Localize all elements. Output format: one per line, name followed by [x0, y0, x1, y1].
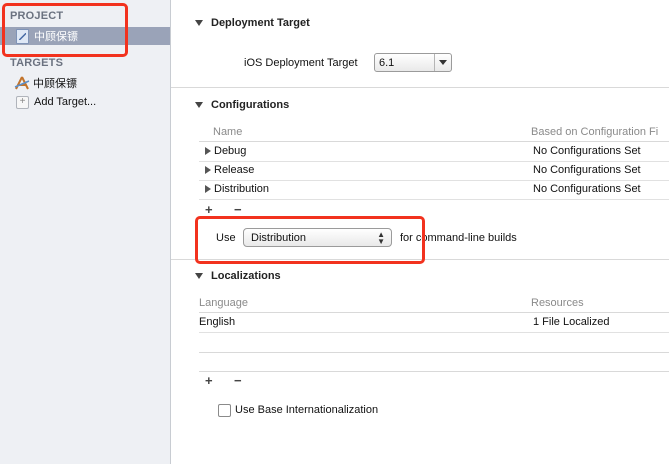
row-name: Release [205, 164, 254, 176]
disclosure-triangle-icon [205, 147, 211, 156]
section-title: Localizations [211, 270, 281, 282]
add-icon: + [16, 95, 29, 109]
section-divider [171, 87, 669, 88]
table-row[interactable]: English 1 File Localized [199, 313, 669, 333]
deployment-target-select[interactable]: 6.1 [374, 53, 452, 72]
add-target-label: Add Target... [34, 96, 97, 108]
add-target-button[interactable]: + Add Target... [0, 93, 170, 111]
sidebar-item-label: 中顾保镖 [33, 78, 77, 90]
column-header-name[interactable]: Name [213, 126, 242, 138]
disclosure-triangle-icon [195, 102, 203, 109]
column-header-based-on[interactable]: Based on Configuration Fi [531, 126, 658, 138]
row-based-on: No Configurations Set [533, 164, 641, 176]
disclosure-triangle-icon [195, 273, 203, 280]
add-localization-button[interactable]: + [205, 373, 213, 388]
annotation-highlight [195, 216, 425, 264]
add-configuration-button[interactable]: + [205, 202, 213, 217]
deployment-target-label: iOS Deployment Target [244, 57, 358, 69]
localizations-section-header[interactable]: Localizations [195, 270, 281, 282]
table-row[interactable]: Debug No Configurations Set [199, 142, 669, 162]
sidebar-item-target[interactable]: 中顾保镖 [0, 74, 170, 92]
section-title: Configurations [211, 99, 290, 111]
disclosure-triangle-icon [205, 166, 211, 175]
sidebar: PROJECT 中顾保镖 TARGETS 中顾保镖 + Add Target..… [0, 0, 171, 464]
column-header-language[interactable]: Language [199, 297, 248, 309]
row-based-on: No Configurations Set [533, 145, 641, 157]
table-bottom-divider [199, 371, 669, 372]
row-name: Distribution [205, 183, 269, 195]
base-internationalization-label: Use Base Internationalization [235, 404, 379, 416]
targets-header: TARGETS [10, 57, 64, 69]
annotation-highlight [2, 3, 128, 57]
column-header-resources[interactable]: Resources [531, 297, 584, 309]
disclosure-triangle-icon [195, 20, 203, 27]
table-row[interactable]: Release No Configurations Set [199, 161, 669, 181]
base-internationalization-checkbox[interactable] [218, 404, 231, 417]
section-title: Deployment Target [211, 17, 310, 29]
disclosure-triangle-icon [205, 185, 211, 194]
remove-configuration-button[interactable]: − [234, 202, 242, 217]
row-based-on: No Configurations Set [533, 183, 641, 195]
chevron-down-icon [434, 54, 451, 71]
deployment-section-header[interactable]: Deployment Target [195, 17, 310, 29]
deployment-target-value: 6.1 [379, 56, 395, 69]
row-resources: 1 File Localized [533, 316, 610, 328]
app-target-icon [14, 76, 30, 90]
table-row-divider [199, 352, 669, 353]
row-language: English [199, 316, 236, 328]
table-row[interactable]: Distribution No Configurations Set [199, 180, 669, 200]
remove-localization-button[interactable]: − [234, 373, 242, 388]
configurations-section-header[interactable]: Configurations [195, 99, 289, 111]
row-name: Debug [205, 145, 246, 157]
